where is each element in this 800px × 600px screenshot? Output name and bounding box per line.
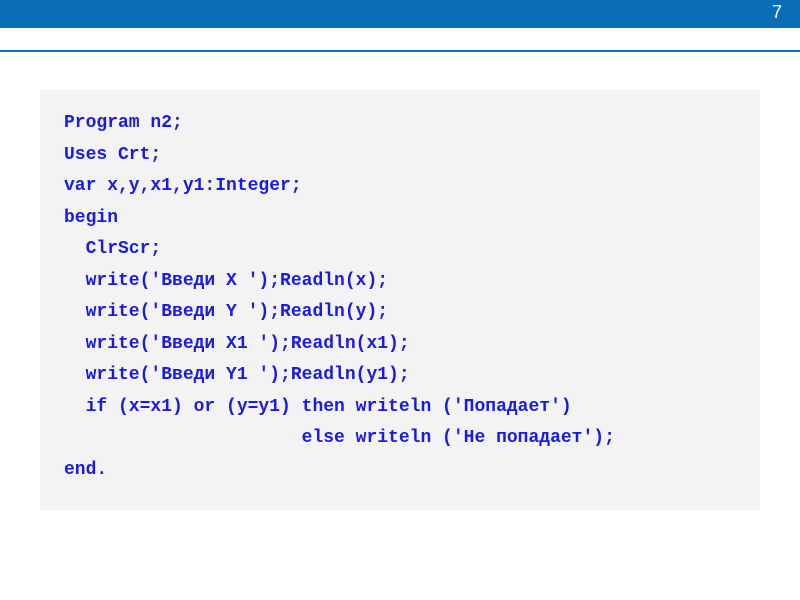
code-line: Program n2; (64, 108, 736, 140)
code-line: end. (64, 455, 736, 487)
header-subbar (0, 28, 800, 52)
code-line: write('Введи Y ');Readln(y); (64, 297, 736, 329)
code-line: var x,y,x1,y1:Integer; (64, 171, 736, 203)
code-line: write('Введи X ');Readln(x); (64, 266, 736, 298)
code-line: ClrScr; (64, 234, 736, 266)
code-line: write('Введи X1 ');Readln(x1); (64, 329, 736, 361)
code-line: Uses Crt; (64, 140, 736, 172)
page-number: 7 (772, 2, 782, 23)
header-bar: 7 (0, 0, 800, 28)
code-line: else writeln ('Не попадает'); (64, 423, 736, 455)
code-line: if (x=x1) or (y=y1) then writeln ('Попад… (64, 392, 736, 424)
code-line: write('Введи Y1 ');Readln(y1); (64, 360, 736, 392)
code-block: Program n2; Uses Crt; var x,y,x1,y1:Inte… (40, 90, 760, 510)
code-line: begin (64, 203, 736, 235)
